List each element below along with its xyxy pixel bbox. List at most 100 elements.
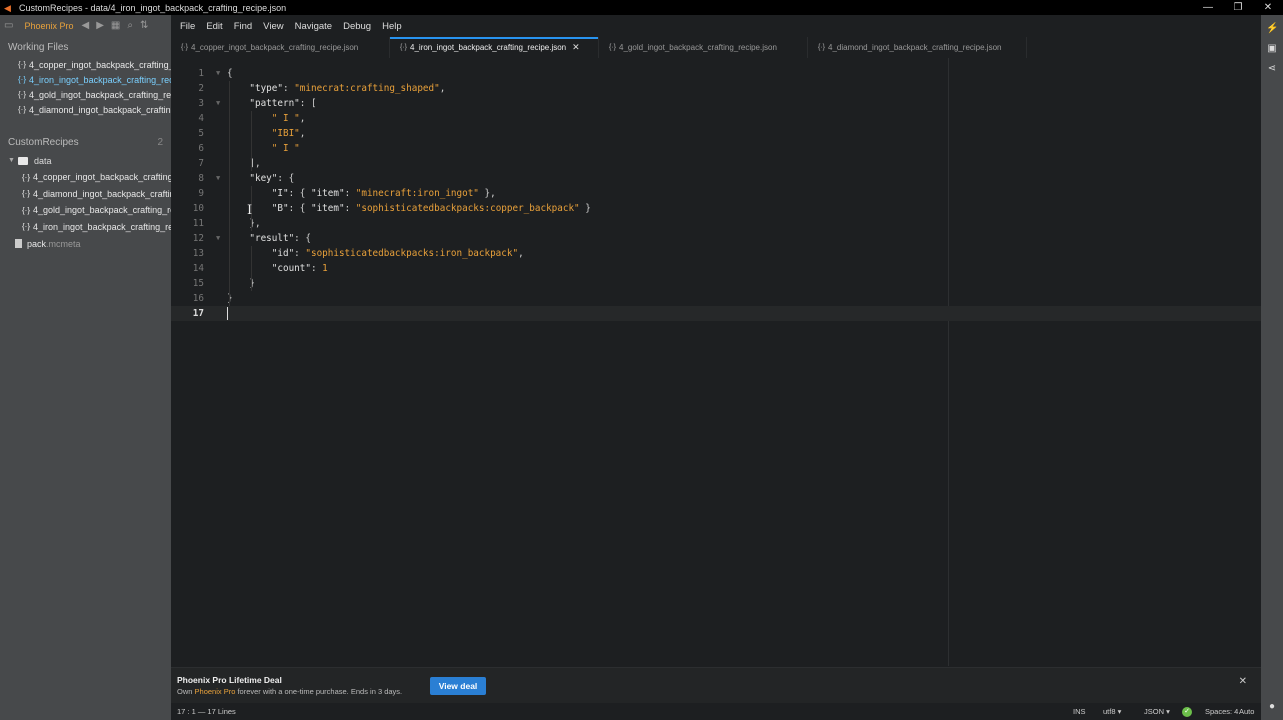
code-token: "minecraft:iron_ingot" (355, 188, 479, 199)
line-number[interactable]: 11 (171, 216, 204, 231)
working-file-item[interactable]: {·}4_copper_ingot_backpack_crafting_reci… (0, 57, 171, 72)
code-line[interactable]: 13 "id": "sophisticatedbackpacks:iron_ba… (171, 246, 1261, 261)
lint-ok-icon[interactable]: ✓ (1182, 707, 1192, 717)
code-editor[interactable]: 1 ▼ {2 "type": "minecrat:crafting_shaped",… (171, 58, 1261, 666)
working-file-label: 4_iron_ingot_backpack_crafting_recipe.js… (29, 74, 171, 85)
project-title[interactable]: CustomRecipes (8, 137, 79, 148)
code-line[interactable]: 10 "B": { "item": "sophisticatedbackpack… (171, 201, 1261, 216)
menu-find[interactable]: Find (234, 21, 252, 32)
working-file-item[interactable]: {·}4_gold_ingot_backpack_crafting_recipe… (0, 87, 171, 102)
editor-tab[interactable]: {·} 4_copper_ingot_backpack_crafting_reci… (171, 37, 390, 58)
line-number[interactable]: 9 (171, 186, 204, 201)
json-file-icon: {·} (400, 44, 408, 51)
encoding-select[interactable]: utf8 ▾ (1103, 707, 1121, 716)
account-icon[interactable]: ● (1266, 701, 1278, 713)
menu-edit[interactable]: Edit (206, 21, 222, 32)
project-count: 2 (157, 137, 163, 148)
close-tab-icon[interactable]: ✕ (572, 42, 580, 53)
code-token: : (282, 83, 295, 94)
line-number[interactable]: 16 (171, 291, 204, 306)
editor-tab[interactable]: {·} 4_iron_ingot_backpack_crafting_recipe… (390, 37, 599, 58)
fold-toggle-icon[interactable]: ▼ (216, 231, 220, 246)
sidebar-toolbar: ▭ Phoenix Pro ◀ ▶ ▦ ⌕ ⇅ (0, 15, 171, 36)
project-header[interactable]: CustomRecipes 2 (0, 131, 171, 152)
close-banner-icon[interactable]: ✕ (1239, 676, 1247, 687)
line-number[interactable]: 5 (171, 126, 204, 141)
code-line[interactable]: 9 "I": { "item": "minecraft:iron_ingot" … (171, 186, 1261, 201)
code-line[interactable]: 16} (171, 291, 1261, 306)
menu-file[interactable]: File (180, 21, 195, 32)
tree-item-json[interactable]: {·}4_copper_ingot_backpack_crafting_reci… (0, 169, 171, 186)
forward-icon[interactable]: ▶ (96, 20, 104, 31)
code-line[interactable]: 4 " I ", (171, 111, 1261, 126)
code-token: "IBI" (227, 128, 300, 139)
code-token: : { (294, 233, 311, 244)
tab-label: 4_copper_ingot_backpack_crafting_recipe.… (191, 43, 359, 52)
code-line[interactable]: 15 } (171, 276, 1261, 291)
minimize-button[interactable]: — (1193, 2, 1223, 13)
insert-mode[interactable]: INS (1073, 707, 1086, 716)
line-number[interactable]: 15 (171, 276, 204, 291)
code-token: "result" (227, 233, 295, 244)
line-number[interactable]: 13 (171, 246, 204, 261)
working-file-item[interactable]: {·}4_iron_ingot_backpack_crafting_recipe… (0, 72, 171, 87)
line-number[interactable]: 2 (171, 81, 204, 96)
view-deal-button[interactable]: View deal (430, 677, 486, 695)
menu-navigate[interactable]: Navigate (295, 21, 333, 32)
code-line[interactable]: 3 ▼ "pattern": [ (171, 96, 1261, 111)
line-number[interactable]: 12 (171, 231, 204, 246)
working-file-item[interactable]: {·}4_diamond_ingot_backpack_crafting_rec… (0, 102, 171, 117)
code-token: , (518, 248, 524, 259)
line-number[interactable]: 17 (171, 306, 204, 321)
line-number[interactable]: 4 (171, 111, 204, 126)
tree-item-json[interactable]: {·}4_gold_ingot_backpack_crafting_recipe… (0, 202, 171, 219)
restore-button[interactable]: ❐ (1223, 2, 1253, 13)
close-window-button[interactable]: ✕ (1253, 2, 1283, 13)
code-line[interactable]: 5 "IBI", (171, 126, 1261, 141)
tree-folder-data[interactable]: ▼ data (0, 152, 171, 169)
line-number[interactable]: 10 (171, 201, 204, 216)
fold-toggle-icon[interactable]: ▼ (216, 96, 220, 111)
extensions-icon[interactable]: ▦ (111, 20, 120, 31)
tree-item-json[interactable]: {·}4_iron_ingot_backpack_crafting_recipe… (0, 219, 171, 236)
menu-help[interactable]: Help (382, 21, 402, 32)
working-files-list: {·}4_copper_ingot_backpack_crafting_reci… (0, 57, 171, 117)
code-token: "sophisticatedbackpacks:copper_backpack" (355, 203, 580, 214)
code-line[interactable]: 6 " I " (171, 141, 1261, 156)
chevron-down-icon[interactable]: ▼ (8, 157, 15, 164)
fold-toggle-icon[interactable]: ▼ (216, 66, 220, 81)
tree-item-json[interactable]: {·}4_diamond_ingot_backpack_crafting_rec… (0, 186, 171, 203)
cursor-position[interactable]: 17 : 1 — 17 Lines (177, 707, 236, 716)
language-select[interactable]: JSON ▾ (1144, 707, 1170, 716)
code-line[interactable]: 17 (171, 306, 1261, 321)
line-number[interactable]: 6 (171, 141, 204, 156)
code-line[interactable]: 14 "count": 1 (171, 261, 1261, 276)
editor-tab[interactable]: {·} 4_diamond_ingot_backpack_crafting_rec… (808, 37, 1027, 58)
tree-file-pack-mcmeta[interactable]: pack .mcmeta (0, 235, 171, 252)
code-line[interactable]: 12 ▼ "result": { (171, 231, 1261, 246)
extension-manager-icon[interactable]: ▣ (1266, 43, 1278, 55)
line-number[interactable]: 7 (171, 156, 204, 171)
code-line[interactable]: 11 }, (171, 216, 1261, 231)
code-line[interactable]: 1 ▼ { (171, 66, 1261, 81)
code-line[interactable]: 2 "type": "minecrat:crafting_shaped", (171, 81, 1261, 96)
line-number[interactable]: 8 (171, 171, 204, 186)
line-number[interactable]: 1 (171, 66, 204, 81)
code-line[interactable]: 8 ▼ "key": { (171, 171, 1261, 186)
indent-spaces[interactable]: Spaces: 4 (1205, 707, 1238, 716)
menu-debug[interactable]: Debug (343, 21, 371, 32)
indent-auto[interactable]: Auto (1239, 707, 1254, 716)
share-icon[interactable]: ⋖ (1266, 63, 1278, 75)
editor-tab[interactable]: {·} 4_gold_ingot_backpack_crafting_recipe… (599, 37, 808, 58)
sort-icon[interactable]: ⇅ (140, 20, 148, 31)
live-preview-icon[interactable]: ⚡ (1266, 23, 1278, 35)
back-icon[interactable]: ◀ (81, 20, 89, 31)
folder-icon[interactable]: ▭ (4, 20, 13, 31)
line-number[interactable]: 3 (171, 96, 204, 111)
phoenix-pro-brand[interactable]: Phoenix Pro (24, 21, 73, 31)
fold-toggle-icon[interactable]: ▼ (216, 171, 220, 186)
menu-view[interactable]: View (263, 21, 283, 32)
search-icon[interactable]: ⌕ (127, 20, 133, 31)
code-line[interactable]: 7 ], (171, 156, 1261, 171)
line-number[interactable]: 14 (171, 261, 204, 276)
